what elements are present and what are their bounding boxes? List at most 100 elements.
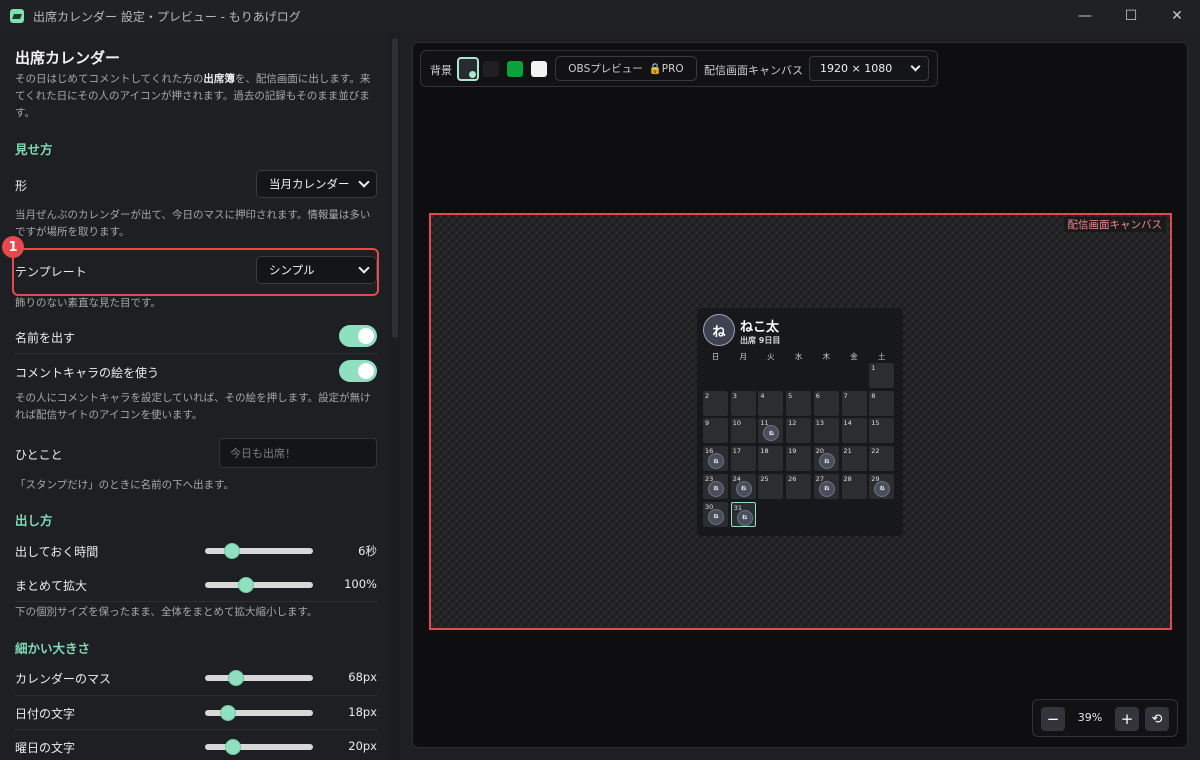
minimize-button[interactable]: — <box>1062 0 1108 32</box>
preview-toolbar: 背景 OBSプレビュー 🔒PRO 配信画面キャンバス 1920 × 1080 <box>420 50 938 87</box>
panel-intro: その日はじめてコメントしてくれた方の出席簿を、配信画面に出します。来てくれた日に… <box>15 73 371 119</box>
calendar-day: 10 <box>730 418 756 444</box>
settings-scrollbar-thumb[interactable] <box>392 38 398 338</box>
show-name-toggle[interactable] <box>339 325 377 347</box>
day-number: 8 <box>871 391 876 400</box>
attendance-stamp: ね <box>708 453 724 470</box>
duration-row: 出しておく時間 6秒 <box>15 543 377 559</box>
calendar-day: 12 <box>786 418 812 444</box>
hitokoto-row: ひとこと 今日も出席！ <box>15 438 377 468</box>
white-swatch[interactable] <box>531 61 547 77</box>
duration-value: 6秒 <box>358 544 377 558</box>
chara-description: その人にコメントキャラを設定していれば、その絵を押します。設定が無ければ配信サイ… <box>15 392 371 421</box>
zoom-controls: − 39% + ⟲ <box>1032 699 1178 737</box>
weekday-header: 水 <box>794 352 803 361</box>
canvas-size-select[interactable]: 1920 × 1080 <box>809 56 929 81</box>
cell-size-row: カレンダーのマス 68px <box>15 670 377 686</box>
use-chara-toggle[interactable] <box>339 360 377 382</box>
shape-description: 当月ぜんぶのカレンダーが出て、今日のマスに押印されます。情報量は多いですが場所を… <box>15 209 371 238</box>
hitokoto-description: 「スタンプだけ」のときに名前の下へ出ます。 <box>15 479 235 491</box>
cell-size-slider[interactable] <box>205 670 313 686</box>
shape-select[interactable]: 当月カレンダー <box>256 170 377 198</box>
show-name-row: 名前を出す <box>15 325 377 347</box>
day-number: 9 <box>705 419 710 428</box>
day-number: 15 <box>871 419 880 428</box>
calendar-day: 9 <box>703 418 728 444</box>
scale-slider[interactable] <box>205 577 313 593</box>
calendar-day: 19 <box>786 446 812 472</box>
shape-select-value: 当月カレンダー <box>269 177 350 191</box>
calendar-day: 23 ね <box>703 473 728 499</box>
scale-value: 100% <box>344 577 377 591</box>
day-number: 10 <box>732 419 741 428</box>
transparent-swatch[interactable] <box>457 57 479 81</box>
slider-thumb[interactable] <box>219 705 236 721</box>
slider-thumb[interactable] <box>228 670 245 686</box>
hitokoto-input[interactable]: 今日も出席！ <box>219 438 377 468</box>
green-swatch[interactable] <box>507 61 523 77</box>
day-number: 14 <box>843 419 852 428</box>
day-number: 22 <box>871 447 880 456</box>
slider-thumb[interactable] <box>225 739 242 755</box>
calendar-day: 25 <box>758 473 784 499</box>
reset-zoom-icon[interactable]: ⟲ <box>1145 707 1169 731</box>
day-number: 3 <box>732 391 737 400</box>
date-size-slider[interactable] <box>205 705 313 721</box>
day-number: 25 <box>760 474 769 483</box>
panel-title: 出席カレンダー <box>15 49 121 67</box>
weekday-size-label: 曜日の文字 <box>15 741 76 755</box>
weekday-header: 火 <box>767 352 775 361</box>
date-size-value: 18px <box>348 705 377 719</box>
section-display-heading: 出し方 <box>15 513 53 528</box>
use-chara-row: コメントキャラの絵を使う <box>15 360 377 382</box>
title-bar: 出席カレンダー 設定・プレビュー - もりあげログ — ☐ ✕ <box>0 0 1200 32</box>
calendar-day: 20 ね <box>813 446 839 472</box>
show-name-label: 名前を出す <box>15 331 76 345</box>
day-number: 5 <box>788 391 793 400</box>
use-chara-label: コメントキャラの絵を使う <box>15 366 160 380</box>
weekday-size-value: 20px <box>348 739 377 753</box>
calendar-day: 13 <box>813 418 839 444</box>
zoom-in-button[interactable]: + <box>1115 707 1139 731</box>
day-number: 6 <box>815 391 820 400</box>
maximize-button[interactable]: ☐ <box>1108 0 1154 32</box>
calendar-day: 24 ね <box>730 473 756 499</box>
calendar-day: 17 <box>730 446 756 472</box>
attendance-stamp: ね <box>708 508 724 525</box>
template-highlight-box <box>12 248 379 296</box>
day-number: 17 <box>732 447 741 456</box>
calendar-day: 6 <box>813 390 839 416</box>
date-size-label: 日付の文字 <box>15 707 76 721</box>
calendar-day: 3 <box>730 390 756 416</box>
divider <box>15 601 377 602</box>
obs-preview-label: OBSプレビュー <box>568 63 643 75</box>
slider-thumb[interactable] <box>224 543 240 559</box>
dark-swatch[interactable] <box>483 61 499 77</box>
duration-slider[interactable] <box>205 543 313 559</box>
canvas-size-label: 配信画面キャンバス <box>704 64 803 77</box>
cell-size-label: カレンダーのマス <box>15 672 112 686</box>
avatar: ね <box>703 314 735 346</box>
weekday-header: 土 <box>877 352 886 361</box>
attendance-stamp: ね <box>763 425 780 442</box>
background-label: 背景 <box>430 64 452 77</box>
toggle-knob <box>358 328 374 344</box>
day-number: 4 <box>760 391 765 400</box>
section-view-heading: 見せ方 <box>15 142 53 157</box>
app-logo-icon <box>10 9 24 23</box>
close-button[interactable]: ✕ <box>1154 0 1200 32</box>
zoom-out-button[interactable]: − <box>1041 707 1065 731</box>
date-size-row: 日付の文字 18px <box>15 705 377 721</box>
weekday-header: 木 <box>822 352 831 361</box>
calendar-day: 8 <box>869 390 895 416</box>
obs-preview-button[interactable]: OBSプレビュー 🔒PRO <box>555 56 697 81</box>
chevron-down-icon <box>910 61 921 72</box>
slider-thumb[interactable] <box>238 577 255 593</box>
calendar-day: 18 <box>758 446 784 472</box>
scale-label: まとめて拡大 <box>15 579 88 593</box>
calendar-day: 14 <box>841 418 867 444</box>
weekday-size-slider[interactable] <box>205 739 313 755</box>
calendar-day: 21 <box>841 446 867 472</box>
chevron-down-icon <box>358 176 370 188</box>
shape-label: 形 <box>15 179 28 193</box>
